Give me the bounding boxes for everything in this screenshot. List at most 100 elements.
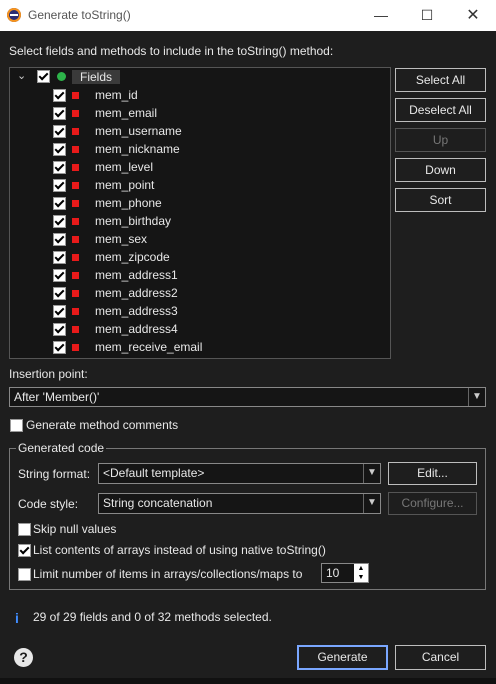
- field-checkbox[interactable]: [53, 323, 66, 336]
- selection-status: 29 of 29 fields and 0 of 32 methods sele…: [33, 610, 272, 624]
- skip-null-label: Skip null values: [33, 522, 117, 536]
- field-name: mem_sex: [95, 232, 148, 246]
- field-row[interactable]: mem_birthday: [10, 212, 388, 230]
- insertion-point-combo[interactable]: After 'Member()' ▼: [9, 387, 486, 407]
- field-checkbox[interactable]: [53, 287, 66, 300]
- configure-button[interactable]: Configure...: [388, 492, 477, 515]
- field-name: mem_id: [95, 88, 138, 102]
- field-name: mem_email: [95, 106, 158, 120]
- field-row[interactable]: mem_receive_email: [10, 338, 388, 356]
- field-name: mem_receive_email: [95, 340, 203, 354]
- limit-items-checkbox[interactable]: [18, 568, 31, 581]
- field-name: mem_point: [95, 178, 155, 192]
- string-format-combo[interactable]: <Default template> ▼: [98, 463, 381, 484]
- private-field-icon: [72, 344, 79, 351]
- generate-comments-checkbox[interactable]: [10, 419, 23, 432]
- string-format-label: String format:: [18, 467, 91, 481]
- string-format-value: <Default template>: [103, 466, 205, 480]
- instruction-label: Select fields and methods to include in …: [9, 44, 334, 58]
- field-checkbox[interactable]: [53, 161, 66, 174]
- chevron-down-icon[interactable]: ▼: [363, 494, 380, 513]
- field-checkbox[interactable]: [53, 341, 66, 354]
- field-name: mem_nickname: [95, 142, 180, 156]
- field-checkbox[interactable]: [53, 89, 66, 102]
- deselect-all-button[interactable]: Deselect All: [395, 98, 486, 122]
- chevron-down-icon[interactable]: ▼: [468, 388, 485, 406]
- list-contents-label: List contents of arrays instead of using…: [33, 543, 326, 557]
- generated-code-title: Generated code: [16, 441, 107, 455]
- edit-button[interactable]: Edit...: [388, 462, 477, 485]
- field-row[interactable]: mem_id: [10, 86, 388, 104]
- field-name: mem_address2: [95, 286, 178, 300]
- code-style-combo[interactable]: String concatenation ▼: [98, 493, 381, 514]
- field-row[interactable]: mem_username: [10, 122, 388, 140]
- code-style-value: String concatenation: [103, 496, 213, 510]
- sort-button[interactable]: Sort: [395, 188, 486, 212]
- minimize-button[interactable]: —: [358, 0, 404, 31]
- field-name: mem_address1: [95, 268, 178, 282]
- private-field-icon: [72, 236, 79, 243]
- generate-button[interactable]: Generate: [297, 645, 388, 670]
- root-label: Fields: [72, 70, 121, 84]
- fields-group-icon: [57, 72, 66, 81]
- spinner-down-icon[interactable]: ▼: [354, 573, 368, 582]
- limit-items-spinner[interactable]: 10 ▲ ▼: [321, 563, 369, 583]
- field-row[interactable]: mem_nickname: [10, 140, 388, 158]
- field-name: mem_level: [95, 160, 154, 174]
- field-checkbox[interactable]: [53, 233, 66, 246]
- field-checkbox[interactable]: [53, 269, 66, 282]
- chevron-down-icon[interactable]: ▼: [363, 464, 380, 483]
- field-row[interactable]: mem_email: [10, 104, 388, 122]
- field-row[interactable]: mem_level: [10, 158, 388, 176]
- field-checkbox[interactable]: [53, 251, 66, 264]
- list-contents-checkbox[interactable]: [18, 544, 31, 557]
- up-button[interactable]: Up: [395, 128, 486, 152]
- info-icon: i: [15, 610, 19, 626]
- field-checkbox[interactable]: [53, 143, 66, 156]
- field-checkbox[interactable]: [53, 179, 66, 192]
- window-title: Generate toString(): [28, 8, 131, 22]
- field-row[interactable]: mem_address2: [10, 284, 388, 302]
- insertion-point-label: Insertion point:: [9, 367, 88, 381]
- generate-comments-label: Generate method comments: [26, 418, 179, 432]
- title-bar: Generate toString() — ☐ ✕: [0, 0, 496, 31]
- help-icon[interactable]: ?: [14, 648, 33, 667]
- field-name: mem_username: [95, 124, 182, 138]
- private-field-icon: [72, 92, 79, 99]
- field-checkbox[interactable]: [53, 305, 66, 318]
- down-button[interactable]: Down: [395, 158, 486, 182]
- private-field-icon: [72, 290, 79, 297]
- private-field-icon: [72, 272, 79, 279]
- private-field-icon: [72, 128, 79, 135]
- root-checkbox[interactable]: [37, 70, 50, 83]
- private-field-icon: [72, 308, 79, 315]
- field-row[interactable]: mem_phone: [10, 194, 388, 212]
- field-row[interactable]: mem_address1: [10, 266, 388, 284]
- field-row[interactable]: mem_address4: [10, 320, 388, 338]
- fields-tree[interactable]: ⌄ Fields mem_id mem_email mem_username mem_…: [9, 67, 391, 359]
- private-field-icon: [72, 254, 79, 261]
- private-field-icon: [72, 146, 79, 153]
- cancel-button[interactable]: Cancel: [395, 645, 486, 670]
- field-row[interactable]: mem_address3: [10, 302, 388, 320]
- field-row[interactable]: mem_point: [10, 176, 388, 194]
- private-field-icon: [72, 200, 79, 207]
- spinner-up-icon[interactable]: ▲: [354, 564, 368, 573]
- close-button[interactable]: ✕: [450, 0, 496, 31]
- private-field-icon: [72, 110, 79, 117]
- field-checkbox[interactable]: [53, 125, 66, 138]
- field-checkbox[interactable]: [53, 107, 66, 120]
- skip-null-checkbox[interactable]: [18, 523, 31, 536]
- field-name: mem_birthday: [95, 214, 172, 228]
- private-field-icon: [72, 326, 79, 333]
- field-name: mem_address3: [95, 304, 178, 318]
- field-row[interactable]: mem_zipcode: [10, 248, 388, 266]
- private-field-icon: [72, 164, 79, 171]
- maximize-button[interactable]: ☐: [404, 0, 450, 31]
- tree-root-row[interactable]: ⌄ Fields: [10, 68, 388, 86]
- chevron-down-icon[interactable]: ⌄: [17, 69, 27, 82]
- select-all-button[interactable]: Select All: [395, 68, 486, 92]
- field-checkbox[interactable]: [53, 197, 66, 210]
- field-row[interactable]: mem_sex: [10, 230, 388, 248]
- field-checkbox[interactable]: [53, 215, 66, 228]
